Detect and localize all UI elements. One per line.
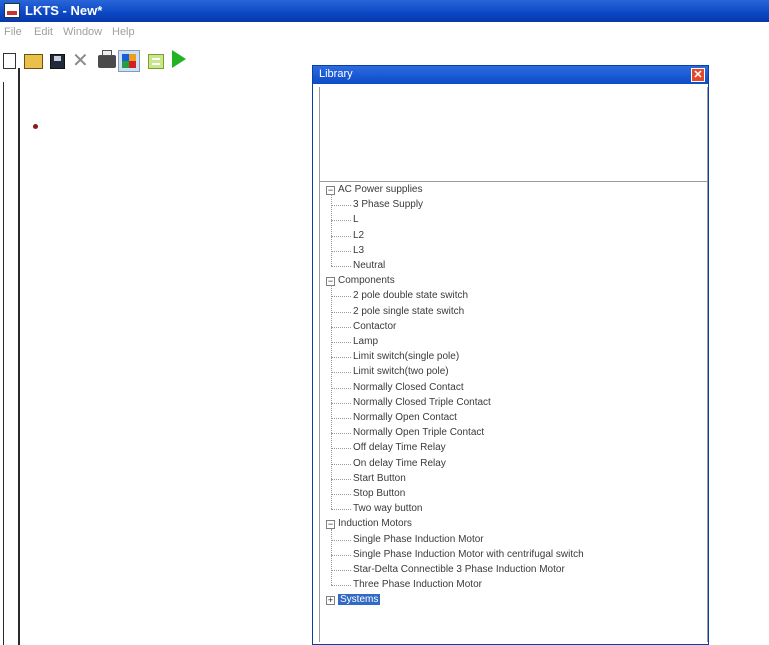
tree-item[interactable]: Off delay Time Relay: [353, 441, 446, 455]
tree-connector: [331, 402, 351, 404]
tree-connector: [331, 250, 351, 252]
menu-bar: File Edit Window Help: [0, 22, 769, 42]
tree-connector: [331, 418, 351, 419]
tree-item[interactable]: Lamp: [353, 335, 378, 349]
save-disk-icon[interactable]: [50, 54, 65, 69]
tree-connector: [331, 266, 351, 267]
component-preview: [320, 87, 707, 182]
tree-item[interactable]: Limit switch(two pole): [353, 365, 449, 379]
tree-item[interactable]: Single Phase Induction Motor with centri…: [353, 548, 584, 562]
tree-connector: [331, 296, 351, 298]
tree-category[interactable]: AC Power supplies: [338, 183, 422, 197]
tree-category[interactable]: Components: [338, 274, 395, 288]
tree-category-label: Components: [338, 275, 395, 287]
menu-edit[interactable]: Edit: [34, 26, 53, 38]
tree-category[interactable]: Induction Motors: [338, 517, 412, 531]
tree-category-label: Induction Motors: [338, 518, 412, 530]
tree-connector: [331, 463, 351, 465]
canvas-left-border: [3, 82, 4, 645]
library-frame: − AC Power supplies 3 Phase Supply L L2 L3 Neu…: [319, 87, 708, 642]
tree-category-label: AC Power supplies: [338, 184, 423, 195]
tree-connector: [331, 528, 332, 586]
tree-connector: [331, 585, 351, 587]
tree-connector: [331, 220, 351, 222]
tree-connector: [331, 194, 332, 267]
tree-item[interactable]: On delay Time Relay: [353, 457, 446, 471]
tree-item[interactable]: Normally Open Contact: [353, 411, 457, 425]
open-folder-icon[interactable]: [24, 54, 43, 69]
tree-connector: [331, 235, 351, 237]
tree-connector: [331, 311, 351, 313]
close-icon[interactable]: ✕: [691, 68, 705, 82]
tree-category[interactable]: Systems: [338, 593, 381, 607]
run-play-icon[interactable]: [172, 50, 186, 68]
tree-connector: [331, 494, 351, 495]
tree-item[interactable]: Stop Button: [353, 487, 405, 501]
tree-connector: [331, 570, 351, 571]
tree-item[interactable]: Contactor: [353, 320, 396, 334]
tree-category-label: Systems: [338, 594, 381, 606]
tree-item[interactable]: 2 pole double state switch: [353, 289, 468, 303]
library-icon[interactable]: [118, 50, 140, 72]
tree-expander-icon[interactable]: +: [326, 596, 335, 606]
window-title: LKTS - New*: [25, 3, 103, 18]
tree-connector: [331, 539, 351, 541]
menu-file[interactable]: File: [4, 26, 22, 38]
tree-item[interactable]: Three Phase Induction Motor: [353, 578, 482, 592]
tree-item[interactable]: Normally Closed Contact: [353, 381, 464, 395]
app-icon: [4, 3, 20, 18]
tree-item[interactable]: Two way button: [353, 502, 422, 516]
tree-item[interactable]: L: [353, 213, 359, 227]
tree-connector: [331, 372, 351, 374]
print-icon[interactable]: [98, 50, 116, 68]
tree-item[interactable]: Neutral: [353, 259, 385, 273]
tree-item[interactable]: Limit switch(single pole): [353, 350, 459, 364]
menu-window[interactable]: Window: [63, 26, 102, 38]
new-file-icon[interactable]: [3, 53, 16, 69]
title-bar: LKTS - New*: [0, 0, 769, 22]
library-title-bar[interactable]: Library ✕: [313, 66, 708, 84]
tree-connector: [331, 509, 351, 511]
canvas-point[interactable]: [33, 124, 38, 129]
tree-connector: [331, 387, 351, 389]
tree-connector: [331, 448, 351, 450]
tree-connector: [331, 478, 351, 480]
tree-connector: [331, 357, 351, 359]
list-icon[interactable]: [148, 54, 164, 69]
tree-connector: [331, 205, 351, 207]
tree-item[interactable]: Start Button: [353, 472, 406, 486]
tree-connector: [331, 326, 351, 328]
library-tree: − AC Power supplies 3 Phase Supply L L2 L3 Neu…: [320, 183, 707, 642]
menu-help[interactable]: Help: [112, 26, 135, 38]
tree-item[interactable]: L3: [353, 244, 364, 258]
tree-connector: [331, 433, 351, 435]
tree-item[interactable]: Normally Closed Triple Contact: [353, 396, 491, 410]
library-title: Library: [319, 68, 353, 80]
delete-x-icon[interactable]: ✕: [72, 51, 89, 71]
tree-item[interactable]: Star-Delta Connectible 3 Phase Induction…: [353, 563, 565, 577]
tree-item[interactable]: 3 Phase Supply: [353, 198, 423, 212]
tree-item[interactable]: L2: [353, 229, 364, 243]
library-window: Library ✕ − AC Power supplies 3 Phase Supp…: [312, 65, 709, 645]
tree-connector: [331, 342, 351, 343]
canvas-divider: [18, 68, 20, 645]
tree-connector: [331, 554, 351, 556]
tree-connector: [331, 285, 332, 510]
tree-item[interactable]: 2 pole single state switch: [353, 305, 464, 319]
tree-item[interactable]: Normally Open Triple Contact: [353, 426, 484, 440]
tree-item[interactable]: Single Phase Induction Motor: [353, 533, 484, 547]
